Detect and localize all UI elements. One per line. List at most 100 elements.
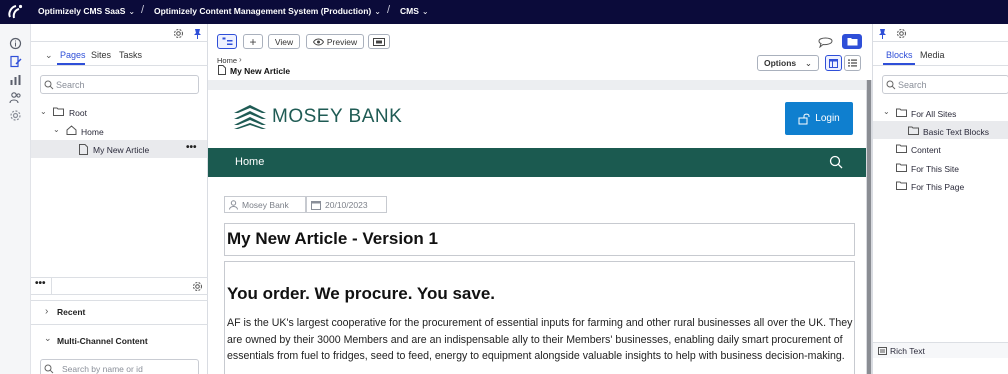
tab-sites[interactable]: Sites (91, 50, 111, 60)
view-button[interactable]: View (268, 34, 300, 49)
breadcrumb-home[interactable]: Home (217, 56, 237, 65)
info-icon[interactable] (9, 37, 22, 50)
gear-icon[interactable] (896, 28, 907, 39)
folder-basic-text-blocks[interactable]: Basic Text Blocks (923, 127, 989, 137)
comment-icon[interactable] (818, 35, 833, 48)
search-placeholder: Search (56, 80, 85, 90)
folder-for-all-sites[interactable]: For All Sites (911, 109, 956, 119)
breadcrumb-environment[interactable]: Optimizely Content Management System (Pr… (154, 6, 381, 16)
author-value: Mosey Bank (242, 199, 289, 210)
breadcrumb-product-label: CMS (400, 6, 419, 16)
chevron-down-icon[interactable]: ⌄ (44, 333, 52, 344)
chevron-down-icon: ⌄ (421, 7, 429, 16)
divider (873, 65, 1008, 66)
edit-page-icon[interactable] (9, 55, 22, 68)
pane-more-icon[interactable]: ••• (35, 278, 46, 289)
body-text: AF is the UK's largest cooperative for t… (227, 317, 853, 362)
gear-icon[interactable] (173, 28, 184, 39)
on-page-edit-button[interactable] (825, 55, 842, 71)
add-button[interactable]: + (243, 34, 263, 49)
tree-item-home[interactable]: Home (81, 127, 104, 137)
folder-icon (908, 126, 919, 135)
structure-toggle-button[interactable] (217, 34, 237, 49)
brand-name[interactable]: MOSEY BANK (272, 106, 402, 128)
users-icon[interactable] (9, 91, 22, 104)
tree-item-my-new-article[interactable]: My New Article (93, 145, 149, 155)
assets-pane-toggle-button[interactable] (842, 34, 862, 49)
pin-icon[interactable] (877, 28, 888, 39)
mcc-search-input[interactable]: Search by name or id (40, 359, 199, 374)
search-icon (44, 80, 54, 90)
optimizely-logo-icon[interactable] (6, 3, 24, 21)
site-nav-home[interactable]: Home (235, 156, 264, 168)
multi-channel-content-label[interactable]: Multi-Channel Content (57, 336, 148, 346)
folder-for-this-page[interactable]: For This Page (911, 182, 964, 192)
all-properties-button[interactable] (844, 55, 861, 71)
calendar-icon (311, 200, 321, 210)
view-button-label: View (274, 36, 294, 47)
site-header: MOSEY BANK Login (208, 90, 866, 148)
options-dropdown[interactable]: Options ⌄ (757, 55, 819, 71)
chevron-right-icon[interactable]: › (45, 306, 48, 317)
folder-content[interactable]: Content (911, 145, 941, 155)
chevron-down-icon[interactable]: ⌄ (883, 107, 890, 116)
login-button[interactable]: Login (785, 102, 853, 135)
chevron-down-icon[interactable]: ⌄ (45, 50, 53, 61)
blocks-search-input[interactable]: Search (882, 75, 1008, 94)
analytics-icon[interactable] (9, 73, 22, 86)
folder-icon (53, 107, 64, 116)
site-page: MOSEY BANK Login Home Mosey Bank 20/10/2… (208, 90, 866, 374)
gear-icon[interactable] (192, 281, 203, 292)
assets-pane: Blocks Media Search ⌄ For All Sites Basi… (872, 24, 1008, 374)
breadcrumb-product[interactable]: CMS ⌄ (400, 6, 429, 16)
author-field[interactable]: Mosey Bank (224, 196, 306, 213)
date-field[interactable]: 20/10/2023 (306, 196, 387, 213)
article-body[interactable]: You order. We procure. You save. AF is t… (224, 261, 855, 374)
chevron-down-icon: ⌄ (128, 7, 136, 16)
page-icon (218, 65, 226, 75)
more-options-icon[interactable]: ••• (186, 142, 197, 153)
options-label: Options (764, 58, 797, 68)
date-value: 20/10/2023 (325, 199, 368, 210)
search-icon[interactable] (829, 155, 843, 169)
chevron-down-icon[interactable]: ⌄ (53, 125, 60, 134)
rich-text-label: Rich Text (890, 346, 925, 356)
divider (51, 278, 52, 294)
folder-for-this-site[interactable]: For This Site (911, 164, 959, 174)
site-navigation: Home (208, 148, 866, 177)
pages-search-input[interactable]: Search (40, 75, 199, 94)
device-preview-button[interactable] (368, 34, 390, 49)
preview-scrollbar-thumb[interactable] (867, 80, 871, 374)
divider (873, 41, 1008, 42)
plus-icon: + (249, 34, 257, 49)
preview-button[interactable]: Preview (306, 34, 364, 49)
settings-icon[interactable] (9, 109, 22, 122)
tree-item-root[interactable]: Root (69, 108, 87, 118)
divider (31, 277, 208, 278)
editor-area: + View Preview Home › My New Article Opt… (208, 24, 872, 374)
blocks-search-placeholder: Search (898, 80, 927, 90)
mcc-search-placeholder: Search by name or id (62, 364, 143, 374)
pin-icon[interactable] (192, 28, 203, 39)
user-icon (229, 199, 238, 210)
folder-icon (896, 163, 907, 172)
article-title[interactable]: My New Article - Version 1 (224, 223, 855, 256)
breadcrumb-instance[interactable]: Optimizely CMS SaaS ⌄ (38, 6, 135, 16)
tab-media[interactable]: Media (920, 50, 945, 60)
breadcrumb-separator: / (387, 4, 391, 16)
layout-icon (829, 58, 838, 68)
login-button-label: Login (815, 113, 840, 124)
search-icon (44, 364, 54, 374)
recent-section-label[interactable]: Recent (57, 307, 85, 317)
folder-icon (896, 108, 907, 117)
rich-text-block-item[interactable]: Rich Text (873, 342, 1008, 358)
tab-pages[interactable]: Pages (60, 50, 86, 60)
tab-blocks[interactable]: Blocks (886, 50, 913, 60)
divider (31, 294, 208, 295)
tab-tasks[interactable]: Tasks (119, 50, 142, 60)
preview-button-label: Preview (326, 36, 358, 47)
divider (31, 65, 208, 66)
chevron-down-icon[interactable]: ⌄ (40, 107, 47, 116)
top-bar: Optimizely CMS SaaS ⌄ / Optimizely Conten… (0, 0, 1008, 24)
left-rail (0, 24, 31, 374)
